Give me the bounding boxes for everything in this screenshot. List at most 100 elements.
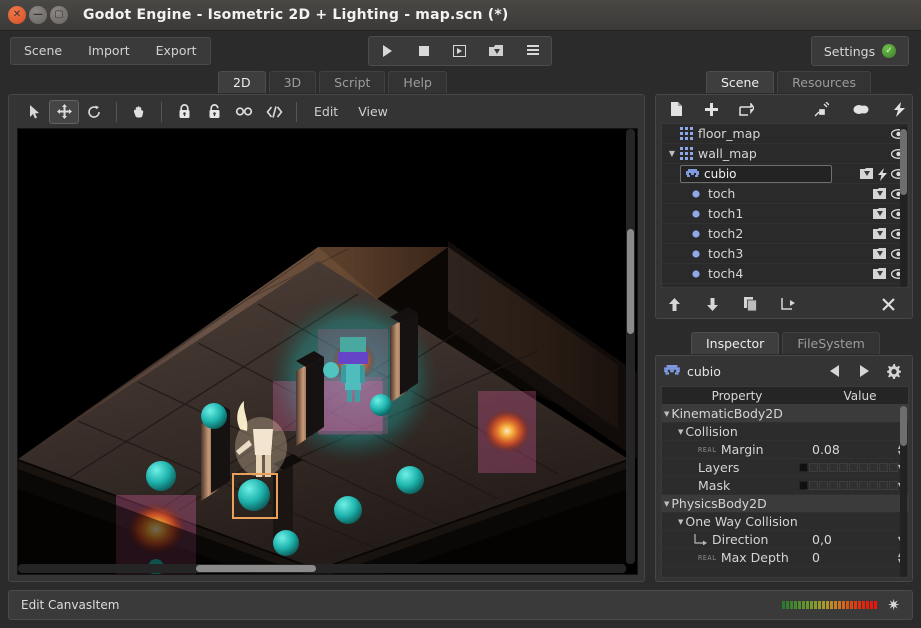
toolbar-separator-2	[161, 102, 162, 122]
menu-item-export[interactable]: Export	[143, 38, 210, 64]
property-label: Max Depth	[721, 550, 789, 565]
tab-script[interactable]: Script	[319, 71, 385, 93]
tab-filesystem[interactable]: FileSystem	[782, 332, 880, 354]
tab-2d[interactable]: 2D	[218, 71, 266, 93]
property-row-physicsbody2d[interactable]: ▼ PhysicsBody2D	[662, 495, 908, 513]
property-value-margin[interactable]: 0.08	[812, 442, 840, 457]
viewport-horizontal-scrollbar[interactable]	[18, 564, 626, 573]
menu-item-scene[interactable]: Scene	[11, 38, 75, 64]
instance-icon[interactable]	[873, 268, 887, 280]
triangle-right-icon[interactable]	[853, 360, 875, 382]
cursor-arrow-icon[interactable]	[19, 100, 49, 124]
property-row-mask[interactable]: Mask ▼	[662, 477, 908, 495]
tree-row-toch2[interactable]: toch2	[662, 224, 908, 244]
instance-icon[interactable]	[873, 228, 887, 240]
viewport-scene[interactable]	[18, 129, 637, 574]
editor-menu-view[interactable]: View	[348, 100, 398, 124]
property-row-margin[interactable]: REAL Margin 0.08 ▲▼	[662, 441, 908, 459]
plus-icon[interactable]	[699, 98, 724, 120]
instance-icon[interactable]	[873, 188, 887, 200]
tree-row-toch[interactable]: toch	[662, 184, 908, 204]
instance-icon[interactable]	[860, 168, 874, 180]
move-cross-icon[interactable]	[49, 100, 79, 124]
file-icon[interactable]	[664, 98, 689, 120]
viewport-vertical-scroll-thumb[interactable]	[627, 229, 634, 334]
minimize-icon[interactable]: —	[29, 6, 47, 24]
tree-row-toch4[interactable]: toch4	[662, 264, 908, 284]
tab-help[interactable]: Help	[388, 71, 447, 93]
status-text: Edit CanvasItem	[21, 598, 782, 612]
code-brackets-icon[interactable]	[259, 100, 289, 124]
list-icon[interactable]	[520, 40, 546, 62]
tab-scene[interactable]: Scene	[706, 71, 774, 93]
instance-icon[interactable]	[873, 208, 887, 220]
property-row-one-way-collision[interactable]: ▼ One Way Collision	[662, 513, 908, 531]
arrow-up-icon[interactable]	[664, 294, 684, 314]
menu-item-import[interactable]: Import	[75, 38, 143, 64]
mask-bit-grid[interactable]	[799, 481, 898, 490]
property-row-direction[interactable]: Direction 0,0 ▼	[662, 531, 908, 549]
close-x-icon[interactable]	[878, 294, 898, 314]
property-value-max-depth[interactable]: 0	[812, 550, 820, 565]
tree-row-toch3[interactable]: toch3	[662, 244, 908, 264]
editor-panel: Edit View	[8, 94, 645, 582]
inspector-property-table[interactable]: Property Value ▼ KinematicBody2D ▼ Colli…	[661, 386, 909, 578]
instance-icon[interactable]	[873, 248, 887, 260]
light-burst-icon[interactable]: ✷	[887, 596, 900, 614]
chevron-down-icon[interactable]: ▼	[666, 149, 678, 158]
chevron-down-icon[interactable]: ▼	[678, 518, 683, 526]
arrow-down-icon[interactable]	[702, 294, 722, 314]
copy-icon[interactable]	[740, 294, 760, 314]
script-icon[interactable]	[878, 168, 887, 181]
stop-icon[interactable]	[411, 40, 437, 62]
triangle-left-icon[interactable]	[824, 360, 846, 382]
scene-tree-scrollbar[interactable]	[900, 126, 907, 287]
check-circle-icon: ✓	[882, 44, 896, 58]
property-row-max-depth[interactable]: REAL Max Depth 0 ▲▼	[662, 549, 908, 567]
viewport-horizontal-scroll-thumb[interactable]	[196, 565, 316, 572]
editor-menu-edit[interactable]: Edit	[304, 100, 348, 124]
plug-icon[interactable]	[809, 98, 834, 120]
play-boxed-icon[interactable]	[447, 40, 473, 62]
chain-link-icon[interactable]	[229, 100, 259, 124]
tree-row-floor-map[interactable]: floor_map	[662, 124, 908, 144]
maximize-icon[interactable]: ▢	[50, 6, 68, 24]
folder-play-icon[interactable]	[483, 40, 509, 62]
lock-open-icon[interactable]	[199, 100, 229, 124]
rotate-icon[interactable]	[79, 100, 109, 124]
property-value-direction[interactable]: 0,0	[812, 532, 832, 547]
hand-icon[interactable]	[124, 100, 154, 124]
lightning-icon[interactable]	[887, 98, 912, 120]
swap-icon[interactable]	[734, 98, 759, 120]
property-row-kinematicbody2d[interactable]: ▼ KinematicBody2D	[662, 405, 908, 423]
tab-resources[interactable]: Resources	[777, 71, 871, 93]
lock-closed-icon[interactable]	[169, 100, 199, 124]
reparent-icon[interactable]	[778, 294, 798, 314]
close-icon[interactable]: ✕	[8, 6, 26, 24]
chevron-down-icon[interactable]: ▼	[678, 428, 683, 436]
chevron-down-icon[interactable]: ▼	[664, 500, 669, 508]
inspector-node-name: cubio	[687, 364, 817, 379]
tree-row-toch1[interactable]: toch1	[662, 204, 908, 224]
tab-3d[interactable]: 3D	[269, 71, 317, 93]
inspector-scrollbar[interactable]	[900, 406, 907, 577]
window-titlebar: ✕ — ▢ Godot Engine - Isometric 2D + Ligh…	[0, 0, 921, 31]
layers-bit-grid[interactable]	[799, 463, 898, 472]
scene-tree-scroll-thumb[interactable]	[900, 129, 907, 195]
settings-button[interactable]: Settings ✓	[811, 36, 909, 66]
play-icon[interactable]	[374, 40, 400, 62]
canvas-viewport[interactable]	[17, 128, 638, 575]
tree-row-toch5[interactable]: toch5	[662, 284, 908, 288]
inspector-scroll-thumb[interactable]	[900, 406, 907, 446]
property-row-collision[interactable]: ▼ Collision	[662, 423, 908, 441]
scene-tree[interactable]: floor_map ▼ wall_map	[661, 123, 909, 288]
node-rename-input[interactable]: cubio	[680, 165, 832, 183]
tree-row-cubio[interactable]: cubio	[662, 164, 908, 184]
gear-icon[interactable]	[882, 360, 904, 382]
tab-inspector[interactable]: Inspector	[691, 332, 779, 354]
ellipse-icon[interactable]	[848, 98, 873, 120]
tree-row-wall-map[interactable]: ▼ wall_map	[662, 144, 908, 164]
viewport-vertical-scrollbar[interactable]	[626, 129, 635, 564]
property-row-layers[interactable]: Layers ▼	[662, 459, 908, 477]
chevron-down-icon[interactable]: ▼	[664, 410, 669, 418]
